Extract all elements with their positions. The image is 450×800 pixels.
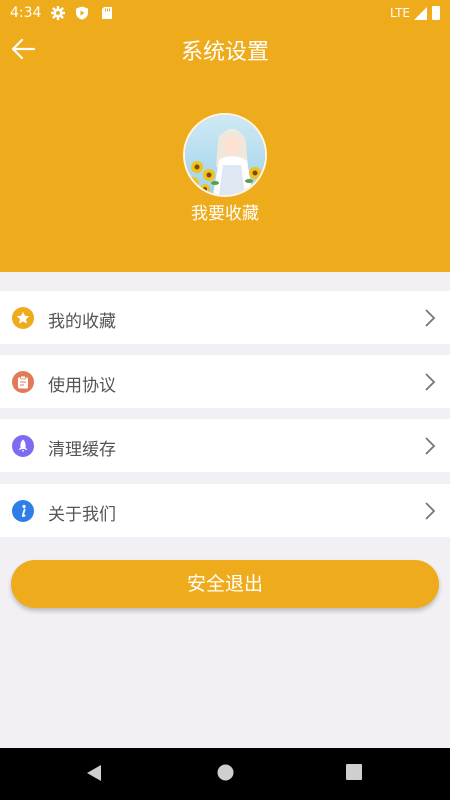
network-type: LTE [390, 6, 410, 20]
logout-button[interactable]: 安全退出 [11, 560, 439, 608]
menu-item-clear-cache[interactable]: 清理缓存 [0, 419, 450, 472]
star-icon [12, 307, 34, 329]
menu-item-label: 清理缓存 [48, 440, 116, 460]
nav-recents-icon[interactable] [346, 764, 362, 780]
nav-home-icon[interactable] [217, 764, 234, 781]
nav-back-icon[interactable] [86, 764, 102, 782]
system-navigation-bar [0, 748, 450, 800]
info-icon [12, 500, 34, 522]
avatar[interactable] [183, 113, 267, 197]
menu-item-user-agreement[interactable]: 使用协议 [0, 355, 450, 408]
signal-icon [414, 7, 427, 20]
status-time: 4:34 [10, 5, 42, 21]
play-protect-icon [76, 6, 88, 20]
status-bar: 4:34 LTE [0, 0, 450, 28]
document-icon [12, 371, 34, 393]
chevron-right-icon [425, 373, 436, 391]
menu-item-favorites[interactable]: 我的收藏 [0, 291, 450, 344]
menu-item-label: 我的收藏 [48, 312, 116, 332]
avatar-image [185, 115, 265, 195]
page-title: 系统设置 [180, 40, 269, 65]
settings-gear-icon [51, 6, 65, 20]
menu-item-label: 关于我们 [48, 505, 116, 525]
rocket-icon [12, 435, 34, 457]
menu-item-label: 使用协议 [48, 376, 116, 396]
profile-name: 我要收藏 [191, 204, 259, 224]
chevron-right-icon [425, 502, 436, 520]
sd-card-icon [102, 7, 112, 19]
header-banner: 4:34 LTE 系统设置 我要收藏 [0, 0, 450, 272]
chevron-right-icon [425, 437, 436, 455]
chevron-right-icon [425, 309, 436, 327]
battery-icon [432, 6, 440, 20]
menu-item-about-us[interactable]: 关于我们 [0, 484, 450, 537]
